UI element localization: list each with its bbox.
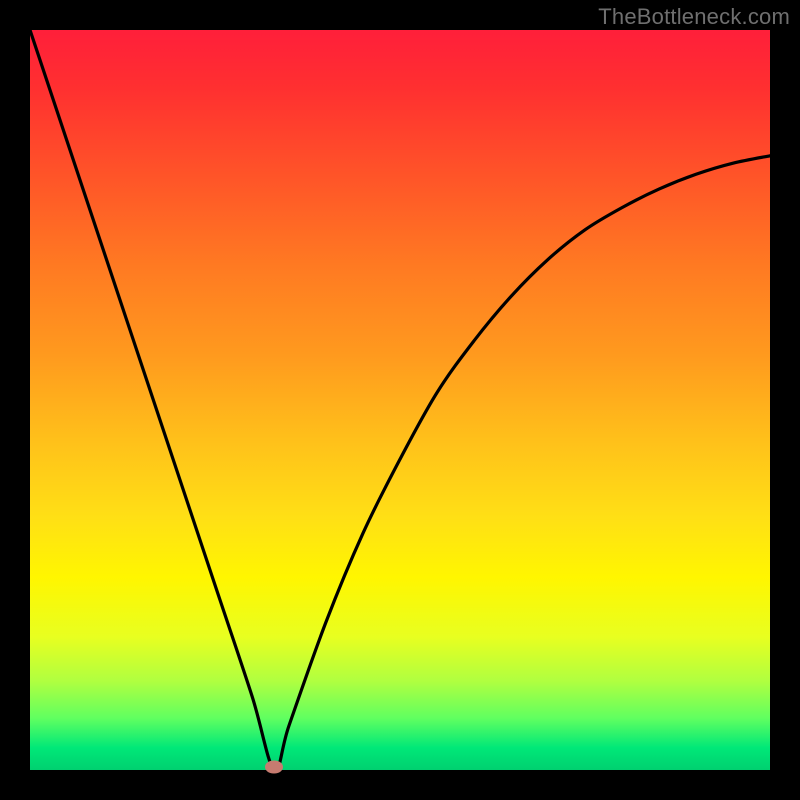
bottleneck-curve [30,30,770,770]
watermark-text: TheBottleneck.com [598,4,790,30]
chart-frame: TheBottleneck.com [0,0,800,800]
minimum-marker [265,761,283,774]
plot-area [30,30,770,770]
